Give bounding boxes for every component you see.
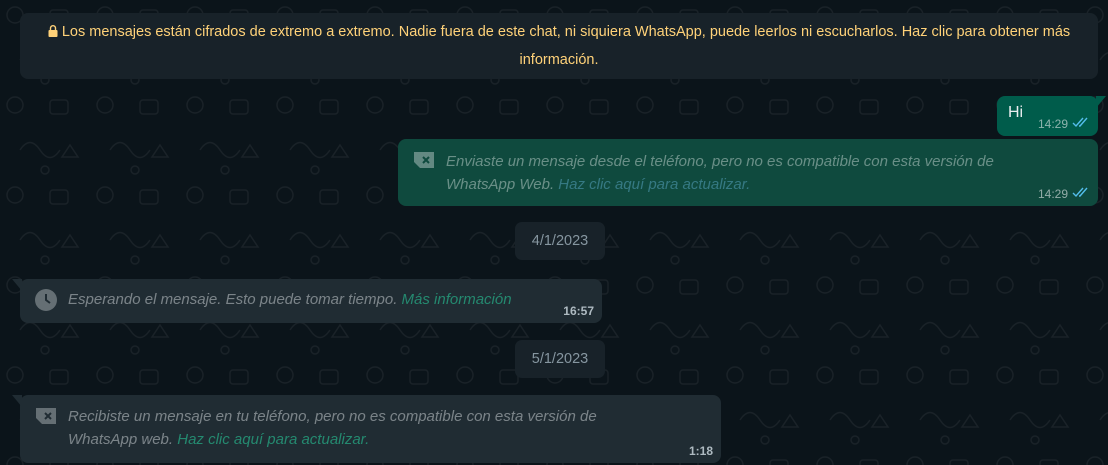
message-time: 14:29	[1037, 117, 1068, 131]
bubble-tail	[1096, 96, 1106, 108]
unsupported-message-icon	[34, 407, 58, 430]
message-time: 16:57	[563, 304, 594, 318]
message-meta: 16:57	[563, 304, 594, 318]
lock-icon	[48, 20, 58, 47]
notice-text-line2: WhatsApp Web.	[446, 176, 555, 193]
unsupported-message-icon	[412, 151, 436, 174]
more-info-link[interactable]: Más información	[402, 291, 512, 308]
notice-text: Recibiste un mensaje en tu teléfono, per…	[68, 408, 597, 425]
outgoing-message[interactable]: Hi 14:29	[997, 96, 1106, 136]
encryption-notice-text: Los mensajes están cifrados de extremo a…	[61, 24, 1071, 68]
double-check-icon	[1072, 117, 1090, 131]
date-separator: 5/1/2023	[515, 340, 605, 378]
notice-text: Enviaste un mensaje desde el teléfono, p…	[446, 153, 994, 170]
update-link[interactable]: Haz clic aquí para actualizar.	[558, 176, 750, 193]
clock-icon	[34, 288, 58, 317]
encryption-notice[interactable]: Los mensajes están cifrados de extremo a…	[20, 13, 1098, 79]
notice-text: Esperando el mensaje. Esto puede tomar t…	[68, 291, 398, 308]
message-meta: 14:29	[1038, 187, 1090, 201]
message-time: 1:18	[688, 444, 713, 458]
outgoing-unsupported-message[interactable]: Enviaste un mensaje desde el teléfono, p…	[398, 139, 1098, 206]
double-check-icon	[1072, 187, 1090, 201]
date-separator: 4/1/2023	[515, 222, 605, 260]
incoming-waiting-message[interactable]: Esperando el mensaje. Esto puede tomar t…	[12, 279, 602, 323]
message-time: 14:29	[1037, 187, 1068, 201]
update-link[interactable]: Haz clic aquí para actualizar.	[177, 431, 369, 448]
notice-text-line2: WhatsApp web.	[68, 431, 174, 448]
message-meta: 14:29	[1038, 117, 1090, 131]
incoming-unsupported-message[interactable]: Recibiste un mensaje en tu teléfono, per…	[12, 395, 721, 463]
bubble-tail	[12, 279, 22, 291]
message-meta: 1:18	[689, 444, 713, 458]
bubble-tail	[12, 395, 22, 407]
message-text: Hi	[1008, 104, 1024, 121]
